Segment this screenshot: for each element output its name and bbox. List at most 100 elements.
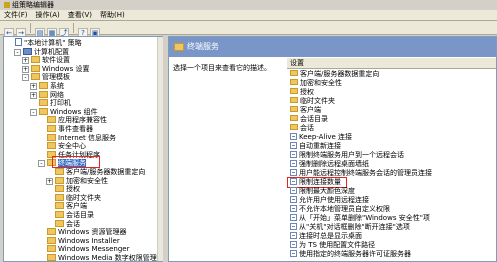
folder-icon: [31, 64, 40, 72]
setting-icon: [290, 223, 297, 230]
folder-icon: [55, 211, 64, 218]
list-item[interactable]: 允许用户使用远程连接: [290, 196, 369, 205]
list-item[interactable]: 临时文件夹: [290, 97, 335, 106]
list-item-label: 使用指定的终端服务器许可证服务器: [299, 250, 411, 258]
list-item[interactable]: 限制最大颜色深度: [290, 187, 355, 196]
list-item[interactable]: 为 TS 使用配置文件路径: [290, 241, 375, 250]
folder-icon: [290, 79, 298, 85]
list-item[interactable]: 自动重新连接: [290, 142, 341, 151]
list-item[interactable]: 限制终端服务用户到一个远程会话: [290, 151, 404, 160]
app-icon: [4, 2, 10, 8]
folder-icon: [55, 176, 64, 184]
list-item[interactable]: 加密和安全性: [290, 79, 342, 88]
folder-icon: [290, 70, 298, 76]
folder-icon: [39, 82, 48, 89]
list-item-label: 用户能远程控制终端服务会话的管理员连接: [299, 169, 432, 177]
folder-icon: [55, 168, 64, 175]
list-item[interactable]: 客户端: [290, 106, 321, 115]
setting-icon: [290, 151, 297, 158]
list-item-label: 授权: [300, 88, 314, 96]
list-item[interactable]: 客户端/服务器数据重定向: [290, 70, 379, 79]
list-item-label: 会话: [300, 124, 314, 132]
folder-icon: [55, 185, 64, 193]
folder-icon: [290, 115, 298, 121]
policy-icon: [15, 38, 22, 46]
list-item[interactable]: 不允许本地管理员自定义权限: [290, 205, 390, 214]
tree-item-label: Windows Media 数字权限管理: [58, 254, 157, 262]
folder-icon: [174, 43, 184, 51]
list-item-label: 客户端/服务器数据重定向: [300, 70, 380, 78]
folder-icon: [31, 73, 40, 81]
folder-icon: [290, 124, 298, 130]
list-item-label: 临时文件夹: [300, 97, 335, 105]
window-title: 组策略编辑器: [12, 1, 54, 9]
setting-icon: [290, 205, 297, 212]
folder-icon: [47, 142, 56, 150]
toolbar-separator: [73, 23, 74, 33]
setting-icon: [290, 133, 297, 140]
list-item[interactable]: 会话目录: [290, 115, 328, 124]
setting-icon: [290, 214, 297, 221]
folder-icon: [47, 245, 56, 253]
list-item[interactable]: 授权: [290, 88, 314, 97]
list-item-label: 强制删除远程桌面墙纸: [299, 160, 369, 168]
list-item-label: 从「开始」菜单删除"Windows 安全性"项: [299, 214, 430, 222]
setting-icon: [290, 169, 297, 176]
list-item[interactable]: 从"关机"对话框删除"断开连接"选项: [290, 223, 410, 232]
computer-icon: [23, 47, 32, 55]
folder-icon: [39, 99, 48, 107]
collapse-icon[interactable]: -: [30, 108, 37, 116]
details-header: 终端服务: [169, 37, 496, 57]
setting-icon: [290, 232, 297, 239]
collapse-icon[interactable]: -: [22, 74, 29, 82]
folder-icon: [290, 97, 298, 103]
collapse-icon[interactable]: -: [14, 48, 21, 56]
list-item[interactable]: Keep-Alive 连接: [290, 133, 352, 142]
folder-icon: [47, 254, 56, 261]
folder-icon: [47, 228, 56, 236]
folder-icon: [47, 116, 56, 124]
setting-icon: [290, 250, 297, 257]
list-item-label: 会话目录: [300, 115, 328, 123]
list-item[interactable]: 强制删除远程桌面墙纸: [290, 160, 369, 169]
folder-icon: [47, 236, 56, 244]
menu-action[interactable]: 操作(A): [32, 10, 64, 21]
list-item-label: 从"关机"对话框删除"断开连接"选项: [299, 223, 410, 231]
list-item-label: 自动重新连接: [299, 142, 341, 150]
list-item-label: 连接时总是显示桌面: [299, 232, 362, 240]
folder-icon: [290, 106, 298, 112]
folder-icon: [47, 125, 56, 132]
menu-view[interactable]: 查看(V): [64, 10, 96, 21]
list-item-label: 加密和安全性: [300, 79, 342, 87]
folder-icon: [39, 107, 48, 115]
list-item-label: 限制终端服务用户到一个远程会话: [299, 151, 404, 159]
list-item[interactable]: 会话: [290, 124, 314, 133]
tree-item[interactable]: Windows Media 数字权限管理: [38, 253, 157, 262]
list-item-label: 客户端: [300, 106, 321, 114]
menu-bar: 文件(F) 操作(A) 查看(V) 帮助(H): [0, 10, 497, 21]
folder-icon: [290, 88, 298, 94]
setting-icon: [290, 187, 297, 194]
folder-icon: [55, 193, 64, 201]
folder-icon: [47, 133, 56, 141]
description-text: 选择一个项目来查看它的描述。: [173, 64, 271, 72]
toolbar: ← → ▤ ▦ ⤴? ▣: [0, 21, 497, 38]
collapse-icon[interactable]: -: [38, 160, 45, 168]
setting-icon: [290, 196, 297, 203]
details-title: 终端服务: [187, 42, 219, 51]
toolbar-separator: [30, 23, 31, 33]
list-item-label: 限制最大颜色深度: [299, 187, 355, 195]
tree-pane: "本地计算机" 策略 - 计算机配置 + 软件设置 + Windows 设置 - 管理模板 + 系统…: [3, 36, 163, 262]
list-item[interactable]: 从「开始」菜单删除"Windows 安全性"项: [290, 214, 430, 223]
folder-icon: [39, 90, 48, 98]
title-bar: 组策略编辑器: [0, 0, 497, 10]
column-header-setting[interactable]: 设置: [287, 58, 496, 69]
menu-help[interactable]: 帮助(H): [96, 10, 129, 21]
folder-icon: [55, 202, 64, 210]
setting-icon: [290, 142, 297, 149]
list-item-label: 不允许本地管理员自定义权限: [299, 205, 390, 213]
list-item[interactable]: 使用指定的终端服务器许可证服务器: [290, 250, 411, 259]
list-item[interactable]: 连接时总是显示桌面: [290, 232, 362, 241]
list-item-label: 为 TS 使用配置文件路径: [299, 241, 376, 249]
menu-file[interactable]: 文件(F): [0, 10, 32, 21]
